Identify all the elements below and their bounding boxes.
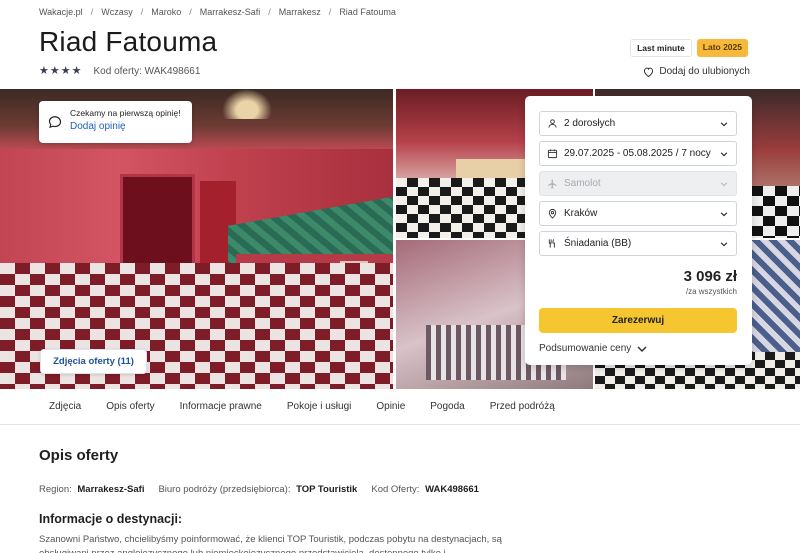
offer-meta: Region: Marrakesz-Safi Biuro podróży (pr…	[39, 484, 493, 495]
board-value: Śniadania (BB)	[564, 238, 632, 249]
meta-operator-label: Biuro podróży (przedsiębiorca):	[158, 484, 291, 495]
description-title: Opis oferty	[39, 447, 119, 464]
offer-badges: Last minute Lato 2025	[630, 39, 748, 57]
calendar-icon	[546, 148, 558, 160]
breadcrumb-item-city[interactable]: Marrakesz	[279, 7, 321, 17]
breadcrumb-item-home[interactable]: Wakacje.pl	[39, 7, 83, 17]
meta-region-value: Marrakesz-Safi	[77, 484, 145, 495]
star-icon: ★	[71, 65, 82, 77]
meta-operator: Biuro podróży (przedsiębiorca): TOP Tour…	[158, 484, 357, 495]
offer-photos-button[interactable]: Zdjęcia oferty (11)	[40, 349, 147, 374]
breadcrumb-separator: /	[189, 7, 192, 17]
heart-icon	[644, 67, 654, 77]
season-badge: Lato 2025	[696, 39, 748, 57]
tab-reviews[interactable]: Opinie	[376, 401, 405, 412]
destination-info-title: Informacje o destynacji:	[39, 512, 183, 526]
breadcrumb-separator: /	[268, 7, 271, 17]
breadcrumb-item-region[interactable]: Marrakesz-Safi	[200, 7, 261, 17]
meta-region: Region: Marrakesz-Safi	[39, 484, 144, 495]
meta-operator-value: TOP Touristik	[296, 484, 358, 495]
tab-description[interactable]: Opis oferty	[106, 401, 154, 412]
tab-weather[interactable]: Pogoda	[430, 401, 464, 412]
cutlery-icon	[546, 238, 558, 250]
destination-info-text: Szanowni Państwo, chcielibyśmy poinformo…	[39, 534, 502, 553]
dates-value: 29.07.2025 - 05.08.2025 / 7 nocy	[564, 148, 711, 159]
price-summary-toggle[interactable]: Podsumowanie ceny	[539, 343, 737, 354]
offer-code: Kod oferty: WAK498661	[93, 66, 201, 77]
total-price: 3 096 zł	[683, 268, 737, 285]
chevron-down-icon	[720, 151, 728, 156]
price-note: /za wszystkich	[685, 287, 737, 296]
chevron-down-icon	[637, 345, 647, 352]
breadcrumb-separator: /	[90, 7, 94, 17]
chevron-down-icon	[720, 241, 728, 246]
plane-icon	[546, 178, 558, 190]
reserve-button[interactable]: Zarezerwuj	[539, 308, 737, 333]
meta-code-label: Kod Oferty:	[371, 484, 420, 495]
breadcrumb-separator: /	[328, 7, 332, 17]
meta-code-value: WAK498661	[425, 484, 479, 495]
tab-rooms-services[interactable]: Pokoje i usługi	[287, 401, 351, 412]
breadcrumb: Wakacje.pl / Wczasy / Maroko / Marrakesz…	[39, 7, 396, 17]
rating-row: ★ ★ ★ ★ Kod oferty: WAK498661	[39, 66, 201, 78]
chevron-down-icon	[720, 121, 728, 126]
dates-select[interactable]: 29.07.2025 - 05.08.2025 / 7 nocy	[539, 141, 737, 166]
travelers-select[interactable]: 2 dorosłych	[539, 111, 737, 136]
add-to-favorites-button[interactable]: Dodaj do ulubionych	[643, 66, 750, 77]
tab-legal-info[interactable]: Informacje prawne	[180, 401, 262, 412]
add-to-favorites-label: Dodaj do ulubionych	[659, 66, 750, 77]
price-summary-label: Podsumowanie ceny	[539, 343, 632, 354]
chevron-down-icon	[720, 181, 728, 186]
location-pin-icon	[546, 208, 558, 220]
star-icon: ★	[60, 65, 71, 77]
booking-panel: 2 dorosłych 29.07.2025 - 05.08.2025 / 7 …	[525, 96, 752, 365]
section-tabs: Zdjęcia Opis oferty Informacje prawne Po…	[0, 389, 800, 425]
star-icon: ★	[39, 65, 49, 77]
last-minute-badge: Last minute	[630, 39, 692, 57]
board-select[interactable]: Śniadania (BB)	[539, 231, 737, 256]
travelers-value: 2 dorosłych	[564, 118, 616, 129]
meta-region-label: Region:	[39, 484, 72, 495]
breadcrumb-separator: /	[140, 7, 144, 17]
breadcrumb-item-current: Riad Fatouma	[339, 7, 396, 17]
add-opinion-link[interactable]: Dodaj opinię	[70, 121, 181, 132]
departure-select[interactable]: Kraków	[539, 201, 737, 226]
opinion-card: Czekamy na pierwszą opinię! Dodaj opinię	[39, 101, 192, 143]
meta-code: Kod Oferty: WAK498661	[371, 484, 479, 495]
chevron-down-icon	[720, 211, 728, 216]
departure-value: Kraków	[564, 208, 598, 219]
page-title: Riad Fatouma	[39, 26, 218, 57]
transport-value: Samolot	[564, 178, 601, 189]
star-icon: ★	[49, 65, 60, 77]
transport-select: Samolot	[539, 171, 737, 196]
breadcrumb-item-wczasy[interactable]: Wczasy	[101, 7, 133, 17]
tab-photos[interactable]: Zdjęcia	[49, 401, 81, 412]
tab-before-trip[interactable]: Przed podróżą	[490, 401, 555, 412]
person-icon	[546, 118, 558, 130]
opinion-prompt: Czekamy na pierwszą opinię!	[70, 108, 181, 118]
chat-bubble-icon	[48, 116, 62, 129]
star-rating: ★ ★ ★ ★	[39, 66, 82, 77]
breadcrumb-item-country[interactable]: Maroko	[151, 7, 181, 17]
